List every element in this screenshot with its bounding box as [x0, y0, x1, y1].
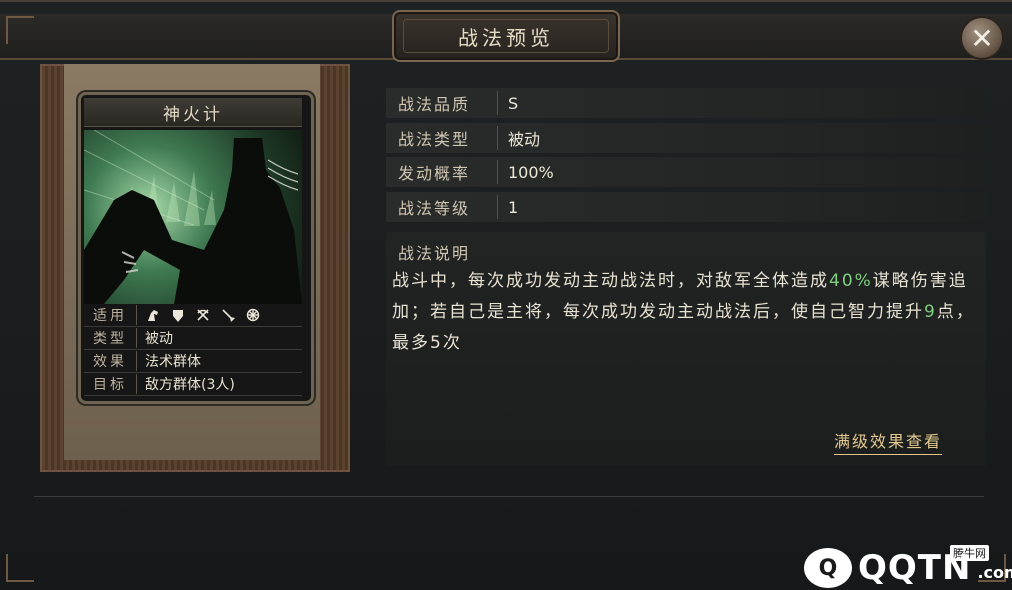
description-title: 战法说明	[398, 244, 471, 263]
corner-ornament	[6, 554, 34, 582]
skill-attribute-table: 适用 类型 被动 效果 法术群体 目标 敌方群体(3人)	[84, 304, 302, 396]
info-value: 100%	[508, 162, 554, 182]
attr-value: 被动	[145, 331, 173, 347]
info-row-probability: 发动概率 100%	[386, 157, 986, 187]
skill-card-art	[84, 130, 302, 304]
info-value: 1	[508, 197, 519, 217]
attr-key: 类型	[84, 328, 137, 348]
corner-ornament	[6, 16, 34, 44]
bottom-divider	[34, 496, 984, 497]
info-value: S	[508, 93, 519, 113]
info-key: 发动概率	[386, 160, 498, 184]
attr-row-applicable: 适用	[84, 304, 302, 327]
attr-value: 法术群体	[145, 354, 201, 370]
description-highlight: 40%	[829, 271, 873, 291]
close-button[interactable]: ✕	[960, 16, 1004, 60]
info-key: 战法等级	[386, 195, 498, 219]
close-icon: ✕	[970, 21, 994, 55]
spear-icon	[220, 307, 236, 323]
wheel-icon	[245, 307, 261, 323]
info-row-type: 战法类型 被动	[386, 123, 986, 153]
info-row-quality: 战法品质 S	[386, 88, 986, 118]
horse-icon	[145, 307, 161, 323]
troop-type-icons	[137, 307, 261, 323]
attr-key: 效果	[84, 351, 137, 371]
info-value: 被动	[508, 130, 541, 149]
description-highlight: 9	[924, 302, 937, 322]
strategist-silhouette-image	[84, 130, 302, 304]
watermark-logo: Q QQTN .com	[804, 548, 1012, 588]
info-key: 战法类型	[386, 126, 498, 150]
window-title: 战法预览	[403, 19, 609, 53]
attr-value: 敌方群体(3人)	[145, 377, 235, 393]
watermark-text: QQTN	[858, 548, 972, 588]
max-level-effect-link[interactable]: 满级效果查看	[834, 428, 943, 455]
shield-icon	[170, 307, 186, 323]
skill-card-name: 神火计	[84, 98, 302, 127]
description-text: 战斗中，每次成功发动主动战法时，对敌军全体造成40%谋略伤害追加；若自己是主将，…	[392, 266, 982, 359]
watermark-suffix: .com	[977, 563, 1012, 582]
crossbow-icon	[195, 307, 211, 323]
attr-key: 目标	[84, 374, 137, 394]
info-key: 战法品质	[386, 91, 498, 115]
skill-preview-window: 战法预览 ✕ 神火计 适用 类型 被动 效果 法术群体 目标 敌方群体(3人) …	[0, 0, 1012, 590]
description-segment: 战斗中，每次成功发动主动战法时，对敌军全体造成	[392, 271, 829, 291]
attr-key: 适用	[84, 305, 137, 325]
title-plate: 战法预览	[392, 10, 620, 62]
attr-row-type: 类型 被动	[84, 327, 302, 350]
attr-row-target: 目标 敌方群体(3人)	[84, 373, 302, 396]
attr-row-effect: 效果 法术群体	[84, 350, 302, 373]
info-row-level: 战法等级 1	[386, 192, 986, 222]
watermark-badge-icon: Q	[804, 548, 852, 588]
